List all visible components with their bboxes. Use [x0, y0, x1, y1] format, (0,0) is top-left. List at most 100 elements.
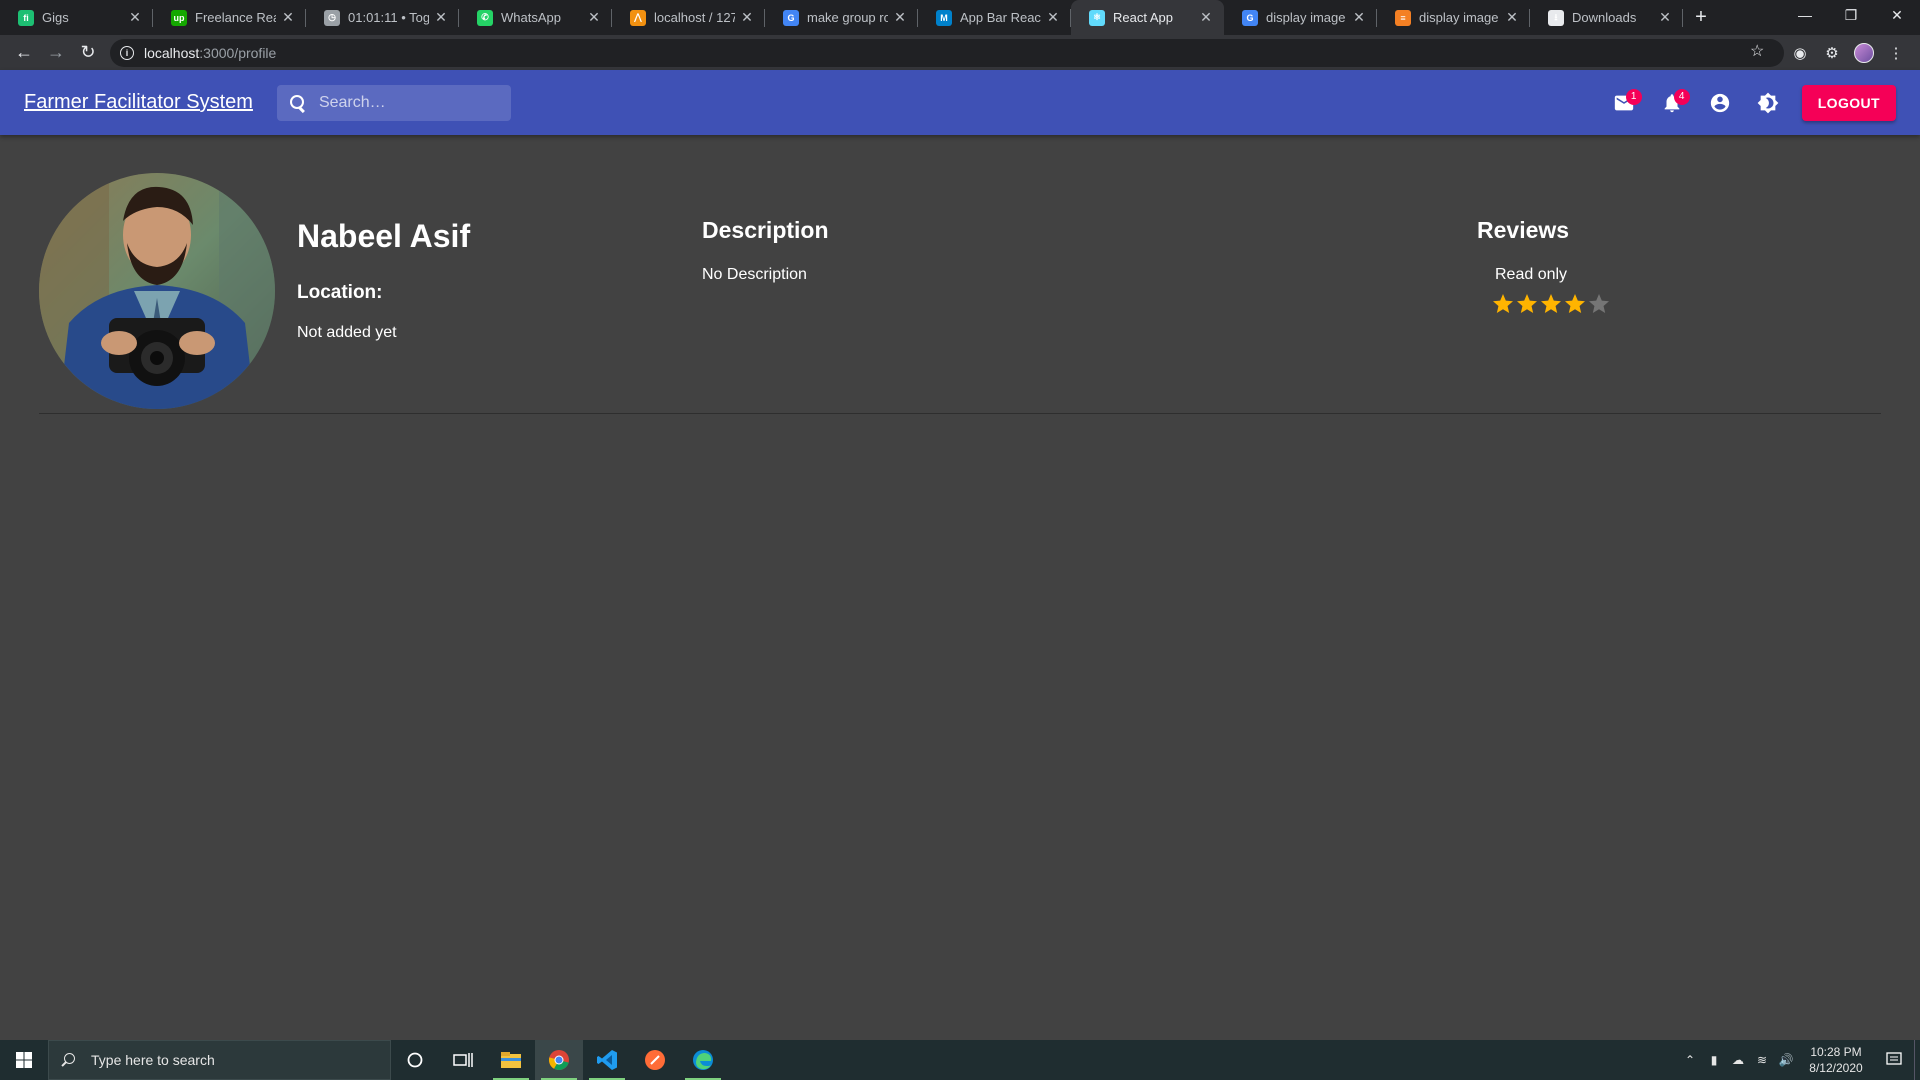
taskbar-search[interactable]: Type here to search [48, 1040, 391, 1080]
edge-icon[interactable] [679, 1040, 727, 1080]
wifi-icon[interactable]: ≋ [1750, 1053, 1774, 1067]
tab-title: 01:01:11 • Toggl [348, 10, 429, 25]
windows-logo-icon [16, 1052, 32, 1068]
notifications-badge: 4 [1673, 88, 1690, 105]
account-button[interactable] [1696, 79, 1744, 127]
star-filled-icon [1541, 294, 1561, 313]
taskbar-search-placeholder: Type here to search [91, 1052, 215, 1068]
browser-tab[interactable]: fi Gigs ✕ [0, 0, 153, 35]
upwork-icon: up [171, 9, 187, 26]
browser-tab[interactable]: M App Bar React c ✕ [918, 0, 1071, 35]
volume-icon[interactable]: 🔊 [1774, 1053, 1798, 1067]
phpmyadmin-icon: ⋀ [630, 9, 646, 26]
browser-tab[interactable]: ⋀ localhost / 127.0 ✕ [612, 0, 765, 35]
vscode-icon[interactable] [583, 1040, 631, 1080]
mail-badge: 1 [1625, 88, 1642, 105]
new-tab-button[interactable]: + [1683, 0, 1719, 35]
onedrive-icon[interactable]: ☁ [1726, 1053, 1750, 1067]
chevron-up-icon[interactable]: ⌃ [1678, 1053, 1702, 1067]
description-value: No Description [702, 266, 807, 283]
star-filled-icon [1493, 294, 1513, 313]
restore-icon[interactable]: ❐ [1828, 0, 1874, 30]
logout-button[interactable]: LOGOUT [1801, 84, 1896, 121]
tab-title: localhost / 127.0 [654, 10, 735, 25]
file-explorer-icon[interactable] [487, 1040, 535, 1080]
notifications-button[interactable]: 4 [1648, 79, 1696, 127]
tab-title: Downloads [1572, 10, 1637, 25]
tab-close-icon[interactable]: ✕ [1504, 9, 1520, 26]
brand-link[interactable]: Farmer Facilitator System [24, 91, 253, 114]
material-ui-icon: M [936, 9, 952, 26]
tab-close-icon[interactable]: ✕ [433, 9, 449, 26]
tab-close-icon[interactable]: ✕ [1198, 9, 1214, 26]
close-window-icon[interactable]: ✕ [1874, 0, 1920, 30]
chrome-menu-icon[interactable]: ⋮ [1880, 39, 1912, 67]
google-icon: G [783, 9, 799, 26]
browser-tab[interactable]: Gmake group rou ✕ [765, 0, 918, 35]
profile-card: Nabeel Asif Location: Not added yet Desc… [39, 170, 1881, 414]
react-icon: ⚛ [1089, 9, 1105, 26]
search-box[interactable] [276, 84, 511, 121]
site-info-icon[interactable]: i [120, 45, 134, 60]
extension-icon[interactable]: ◉ [1784, 39, 1816, 67]
task-view-icon[interactable] [439, 1040, 487, 1080]
tab-close-icon[interactable]: ✕ [586, 9, 602, 26]
browser-tab-strip: fi Gigs ✕ up Freelance React ✕ ◷ 01:01:11 • Tog… [0, 0, 1920, 35]
search-icon [61, 1053, 75, 1067]
bookmark-star-icon[interactable]: ☆ [1750, 41, 1774, 65]
cortana-icon[interactable] [391, 1040, 439, 1080]
tab-close-icon[interactable]: ✕ [739, 9, 755, 26]
tab-title: display image o [1266, 10, 1347, 25]
reviews-mode-label: Read only [1495, 266, 1568, 283]
tab-title: Freelance React [195, 10, 276, 25]
browser-tab[interactable]: ≡ display image fr ✕ [1377, 0, 1530, 35]
tab-close-icon[interactable]: ✕ [1657, 9, 1673, 26]
tab-list: fi Gigs ✕ up Freelance React ✕ ◷ 01:01:11 • Tog… [0, 0, 1683, 35]
theme-toggle-button[interactable] [1744, 79, 1792, 127]
clock-date: 8/12/2020 [1809, 1061, 1863, 1075]
battery-icon[interactable]: ▮ [1702, 1053, 1726, 1067]
tab-close-icon[interactable]: ✕ [1045, 9, 1061, 26]
search-input[interactable] [318, 93, 489, 112]
tab-close-icon[interactable]: ✕ [280, 9, 296, 26]
rating-stars [1491, 292, 1611, 316]
chrome-icon[interactable] [535, 1040, 583, 1080]
profile-name: Nabeel Asif [297, 218, 471, 254]
tab-close-icon[interactable]: ✕ [127, 9, 143, 26]
url-path: :3000/profile [199, 44, 277, 61]
tab-title: WhatsApp [501, 10, 561, 25]
taskbar: Type here to search ⌃ ▮ ☁ ≋ 🔊 10:28 PM 8… [0, 1040, 1920, 1080]
brightness-icon [1757, 92, 1779, 113]
download-icon: ⭳ [1548, 9, 1564, 26]
start-button[interactable] [0, 1040, 48, 1080]
tab-title: display image fr [1419, 10, 1500, 25]
browser-tab[interactable]: ✆ WhatsApp ✕ [459, 0, 612, 35]
show-desktop-button[interactable] [1914, 1040, 1920, 1080]
whatsapp-icon: ✆ [477, 9, 493, 26]
account-circle-icon [1710, 93, 1729, 112]
toggl-icon: ◷ [324, 9, 340, 26]
profile-photo [39, 173, 275, 409]
action-center-icon[interactable] [1874, 1040, 1914, 1080]
extensions-puzzle-icon[interactable]: ⚙ [1816, 39, 1848, 67]
browser-tab[interactable]: ⭳ Downloads ✕ [1530, 0, 1683, 35]
forward-arrow-icon[interactable]: → [40, 39, 72, 67]
system-tray: ⌃ ▮ ☁ ≋ 🔊 10:28 PM 8/12/2020 [1678, 1040, 1920, 1080]
reload-icon[interactable]: ↻ [72, 39, 104, 67]
browser-tab[interactable]: ◷ 01:01:11 • Toggl ✕ [306, 0, 459, 35]
back-arrow-icon[interactable]: ← [8, 39, 40, 67]
taskbar-clock[interactable]: 10:28 PM 8/12/2020 [1798, 1044, 1874, 1076]
mail-button[interactable]: 1 [1600, 79, 1648, 127]
tab-close-icon[interactable]: ✕ [1351, 9, 1367, 26]
location-label: Location: [297, 282, 383, 303]
postman-icon[interactable] [631, 1040, 679, 1080]
address-bar[interactable]: i localhost:3000/profile ☆ [110, 38, 1784, 67]
profile-photo-image [39, 173, 275, 409]
browser-tab[interactable]: Gdisplay image o ✕ [1224, 0, 1377, 35]
profile-avatar[interactable] [1848, 39, 1880, 67]
reviews-heading: Reviews [1477, 217, 1570, 243]
browser-tab[interactable]: up Freelance React ✕ [153, 0, 306, 35]
minimize-icon[interactable]: — [1782, 0, 1828, 30]
browser-tab[interactable]: ⚛ React App ✕ [1071, 0, 1224, 35]
tab-close-icon[interactable]: ✕ [892, 9, 908, 26]
